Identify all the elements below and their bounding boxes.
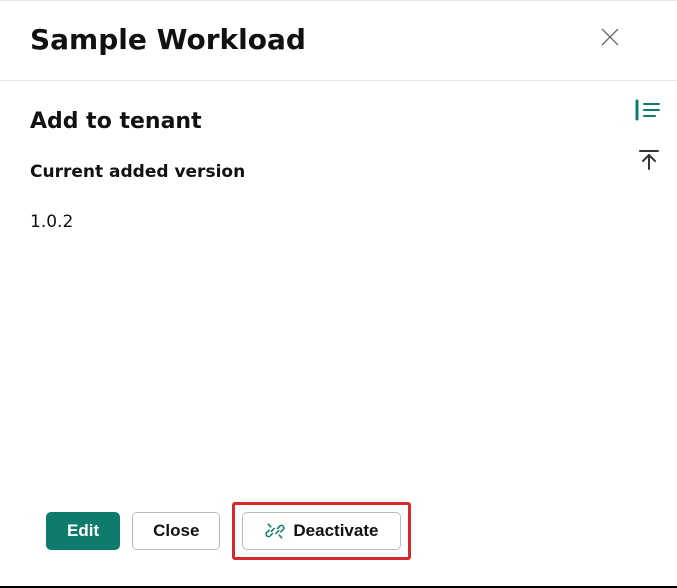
list-view-icon[interactable] [635, 99, 663, 121]
version-label: Current added version [30, 162, 591, 182]
panel-title: Sample Workload [30, 23, 306, 56]
deactivate-highlight: Deactivate [232, 502, 411, 560]
workload-panel: Sample Workload Add to tenant Current ad… [0, 1, 677, 586]
deactivate-label: Deactivate [293, 521, 378, 541]
panel-header: Sample Workload [0, 1, 677, 81]
collapse-up-icon[interactable] [637, 149, 661, 171]
edit-button[interactable]: Edit [46, 512, 120, 550]
section-title: Add to tenant [30, 109, 591, 134]
deactivate-button[interactable]: Deactivate [242, 512, 401, 550]
panel-body: Add to tenant Current added version 1.0.… [0, 81, 677, 586]
main-content: Add to tenant Current added version 1.0.… [0, 81, 621, 586]
version-value: 1.0.2 [30, 212, 591, 232]
close-button[interactable]: Close [132, 512, 220, 550]
close-icon[interactable] [593, 24, 627, 55]
panel-footer: Edit Close [30, 502, 591, 566]
plug-disconnect-icon [265, 521, 285, 541]
side-rail [621, 81, 677, 586]
